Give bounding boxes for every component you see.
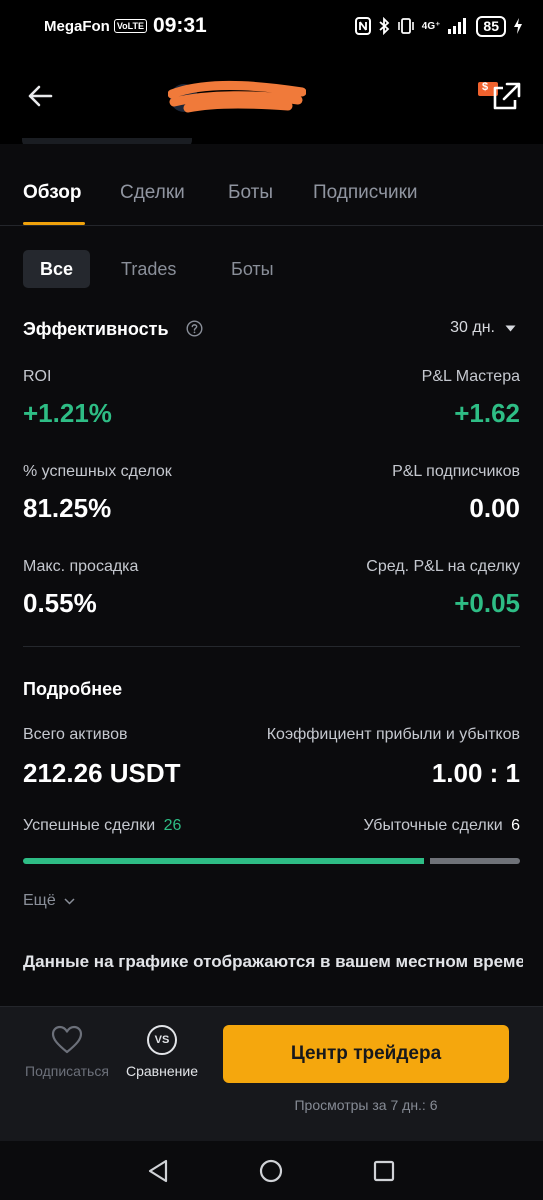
active-tab-indicator bbox=[23, 222, 85, 225]
subscribe-button[interactable]: Подписаться bbox=[17, 1025, 117, 1079]
trader-center-button[interactable]: Центр трейдера bbox=[223, 1025, 509, 1083]
compare-button[interactable]: VS Сравнение bbox=[112, 1025, 212, 1079]
redaction-scribble bbox=[168, 80, 306, 113]
coupon-badge-text: $ bbox=[482, 81, 489, 93]
filter-bots[interactable]: Боты bbox=[214, 250, 291, 288]
pnl-subscribers-value: 0.00 bbox=[469, 493, 520, 523]
battery-indicator: 85 bbox=[476, 15, 506, 37]
more-button[interactable]: Ещё bbox=[23, 892, 75, 910]
period-label: 30 дн. bbox=[450, 319, 495, 336]
back-button[interactable] bbox=[22, 78, 58, 114]
status-clock: 09:31 bbox=[153, 14, 207, 37]
help-icon[interactable] bbox=[186, 320, 203, 337]
nfc-icon bbox=[354, 17, 371, 35]
timezone-note: Данные на графике отображаются в вашем м… bbox=[23, 952, 523, 971]
pnl-subscribers-label: P&L подписчиков bbox=[392, 463, 520, 480]
losing-trades-label: Убыточные сделки bbox=[363, 817, 503, 834]
nav-home-icon[interactable] bbox=[257, 1157, 285, 1185]
versus-icon-text: VS bbox=[154, 1034, 170, 1046]
views-counter: Просмотры за 7 дн.: 6 bbox=[294, 1097, 438, 1113]
status-bar: MegaFon VoLTE 09:31 4G⁺ 85 bbox=[0, 0, 543, 52]
roi-value: +1.21% bbox=[23, 398, 112, 428]
details-title: Подробнее bbox=[23, 679, 123, 699]
share-button[interactable]: $ bbox=[478, 76, 521, 116]
charging-icon bbox=[514, 18, 522, 34]
losing-trades-count: 6 bbox=[511, 817, 520, 834]
network-type: 4G⁺ bbox=[421, 20, 441, 32]
total-assets-value: 212.26 USDT bbox=[23, 758, 181, 788]
win-segment bbox=[23, 858, 424, 864]
nav-recents-icon[interactable] bbox=[370, 1157, 398, 1185]
status-icons: 4G⁺ 85 bbox=[354, 15, 523, 37]
heart-icon bbox=[51, 1025, 83, 1054]
winning-trades-count: 26 bbox=[163, 817, 182, 834]
pnl-master-label: P&L Мастера bbox=[421, 368, 520, 385]
arrow-left-icon bbox=[28, 85, 53, 107]
total-assets-label: Всего активов bbox=[23, 726, 128, 743]
win-loss-bar bbox=[23, 858, 520, 864]
main-content: Обзор Сделки Боты Подписчики Все Trades … bbox=[0, 144, 543, 1006]
nav-back-icon[interactable] bbox=[144, 1157, 172, 1185]
signal-icon bbox=[448, 18, 467, 34]
losing-trades: Убыточные сделки 6 bbox=[363, 817, 520, 835]
tab-bots[interactable]: Боты bbox=[228, 182, 273, 204]
vibrate-icon bbox=[397, 18, 414, 34]
win-rate-label: % успешных сделок bbox=[23, 463, 172, 480]
roi-label: ROI bbox=[23, 368, 52, 385]
versus-icon: VS bbox=[147, 1025, 177, 1055]
max-drawdown-value: 0.55% bbox=[23, 588, 97, 618]
period-selector[interactable]: 30 дн. bbox=[450, 319, 516, 337]
winning-trades-label: Успешные сделки bbox=[23, 817, 156, 834]
carrier-name: MegaFon bbox=[44, 17, 110, 35]
filter-all[interactable]: Все bbox=[23, 250, 91, 288]
pnl-master-value: +1.62 bbox=[454, 398, 520, 428]
win-rate-value: 81.25% bbox=[23, 493, 112, 523]
caret-down-icon bbox=[505, 325, 516, 331]
subscribe-label: Подписаться bbox=[25, 1063, 109, 1079]
bluetooth-icon bbox=[379, 17, 390, 35]
section-divider bbox=[23, 646, 520, 647]
winning-trades: Успешные сделки 26 bbox=[23, 817, 181, 835]
profit-loss-ratio-value: 1.00 : 1 bbox=[431, 758, 520, 788]
external-link-icon bbox=[493, 82, 521, 110]
tab-bar: Обзор Сделки Боты Подписчики bbox=[0, 144, 543, 226]
filter-trades[interactable]: Trades bbox=[104, 250, 193, 288]
bottom-action-bar: Подписаться VS Сравнение Центр трейдера … bbox=[0, 1006, 543, 1141]
volte-badge: VoLTE bbox=[113, 19, 148, 33]
tab-overview[interactable]: Обзор bbox=[23, 182, 81, 204]
max-drawdown-label: Макс. просадка bbox=[23, 558, 139, 575]
chevron-down-icon bbox=[64, 897, 75, 905]
app-header: $ bbox=[0, 52, 543, 144]
tab-subscribers[interactable]: Подписчики bbox=[313, 182, 418, 204]
more-label: Ещё bbox=[23, 892, 56, 909]
avg-pnl-value: +0.05 bbox=[454, 588, 520, 618]
profit-loss-ratio-label: Коэффициент прибыли и убытков bbox=[266, 726, 520, 743]
tab-trades[interactable]: Сделки bbox=[120, 182, 185, 204]
loss-segment bbox=[429, 858, 520, 864]
avg-pnl-label: Сред. P&L на сделку bbox=[366, 558, 520, 575]
compare-label: Сравнение bbox=[126, 1063, 198, 1079]
performance-title: Эффективность bbox=[23, 319, 169, 339]
system-nav-bar bbox=[0, 1141, 543, 1200]
